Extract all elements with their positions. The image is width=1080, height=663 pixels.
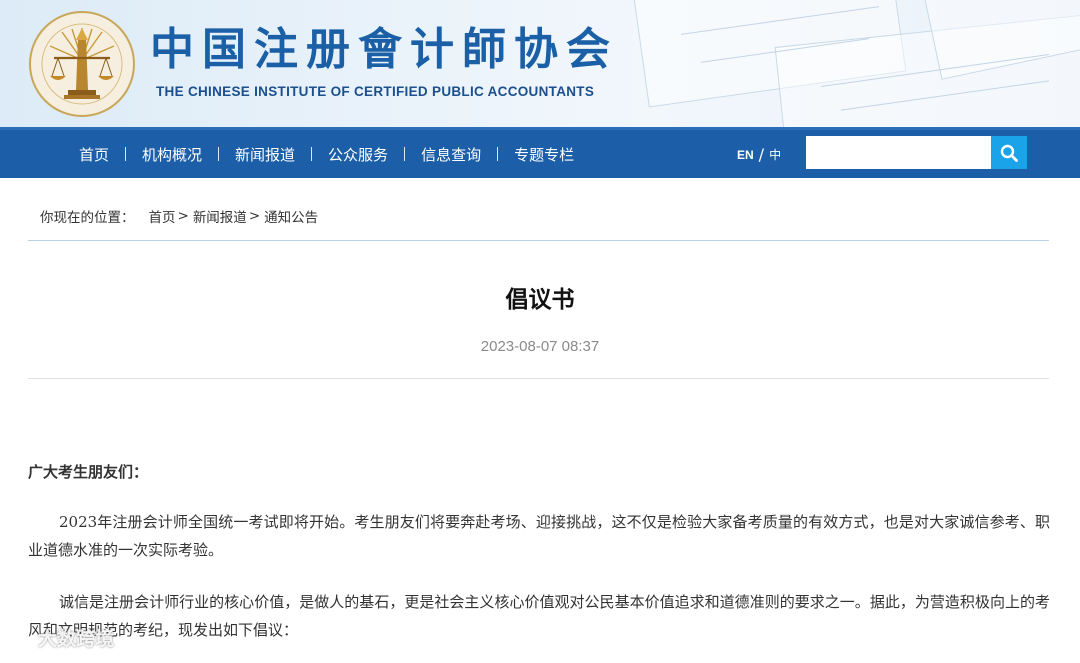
- header-banner: 中国注册會计師协会 THE CHINESE INSTITUTE OF CERTI…: [0, 0, 1080, 127]
- breadcrumb-divider: [28, 240, 1049, 241]
- search-button[interactable]: [991, 136, 1027, 169]
- nav-menu: 首页 机构概况 新闻报道 公众服务 信息查询 专题专栏: [64, 130, 589, 178]
- nav-separator: [404, 147, 406, 161]
- watermark-text: 大数跨境: [38, 628, 115, 650]
- article-paragraph: 2023年注册会计师全国统一考试即将开始。考生朋友们将要奔赴考场、迎接挑战，这不…: [28, 513, 1050, 559]
- nav-item-public-services[interactable]: 公众服务: [313, 144, 403, 165]
- lang-separator: /: [758, 145, 765, 164]
- breadcrumb-news[interactable]: 新闻报道: [193, 206, 247, 226]
- cicpa-emblem-icon[interactable]: [28, 10, 136, 118]
- breadcrumb-home[interactable]: 首页: [149, 206, 176, 226]
- site-title-cn: 中国注册會计師协会: [150, 24, 618, 75]
- nav-separator: [497, 147, 499, 161]
- article-date: 2023-08-07 08:37: [480, 338, 600, 355]
- watermark-logo-icon: [8, 628, 30, 644]
- nav-separator: [125, 147, 127, 161]
- main-nav: 首页 机构概况 新闻报道 公众服务 信息查询 专题专栏 EN / 中: [0, 127, 1080, 178]
- lang-zh-link[interactable]: 中: [769, 146, 781, 163]
- watermark: 大数跨境: [6, 624, 114, 651]
- article-title: 倡议书: [505, 287, 575, 313]
- breadcrumb-label: 你现在的位置：: [40, 210, 135, 226]
- nav-item-news[interactable]: 新闻报道: [220, 144, 310, 165]
- nav-item-about[interactable]: 机构概况: [127, 144, 217, 165]
- nav-item-home[interactable]: 首页: [64, 144, 124, 165]
- article-paragraph: 诚信是注册会计师行业的核心价值，是做人的基石，更是社会主义核心价值观对公民基本价…: [28, 593, 1050, 639]
- article-divider: [28, 378, 1049, 379]
- nav-separator: [311, 147, 313, 161]
- lang-en-link[interactable]: EN: [737, 148, 754, 162]
- breadcrumb: 你现在的位置： 首页 > 新闻报道 > 通知公告: [40, 206, 318, 226]
- language-switcher: EN / 中: [737, 145, 781, 164]
- search-icon: [1000, 144, 1018, 162]
- breadcrumb-notices[interactable]: 通知公告: [264, 206, 318, 226]
- breadcrumb-arrow: >: [248, 208, 261, 224]
- nav-separator: [218, 147, 220, 161]
- article-salutation: 广大考生朋友们：: [28, 463, 149, 481]
- nav-item-info-query[interactable]: 信息查询: [406, 144, 496, 165]
- search-input[interactable]: [806, 136, 991, 169]
- site-title-en: THE CHINESE INSTITUTE OF CERTIFIED PUBLI…: [156, 84, 595, 99]
- breadcrumb-arrow: >: [177, 208, 189, 224]
- nav-item-special-topics[interactable]: 专题专栏: [499, 144, 589, 165]
